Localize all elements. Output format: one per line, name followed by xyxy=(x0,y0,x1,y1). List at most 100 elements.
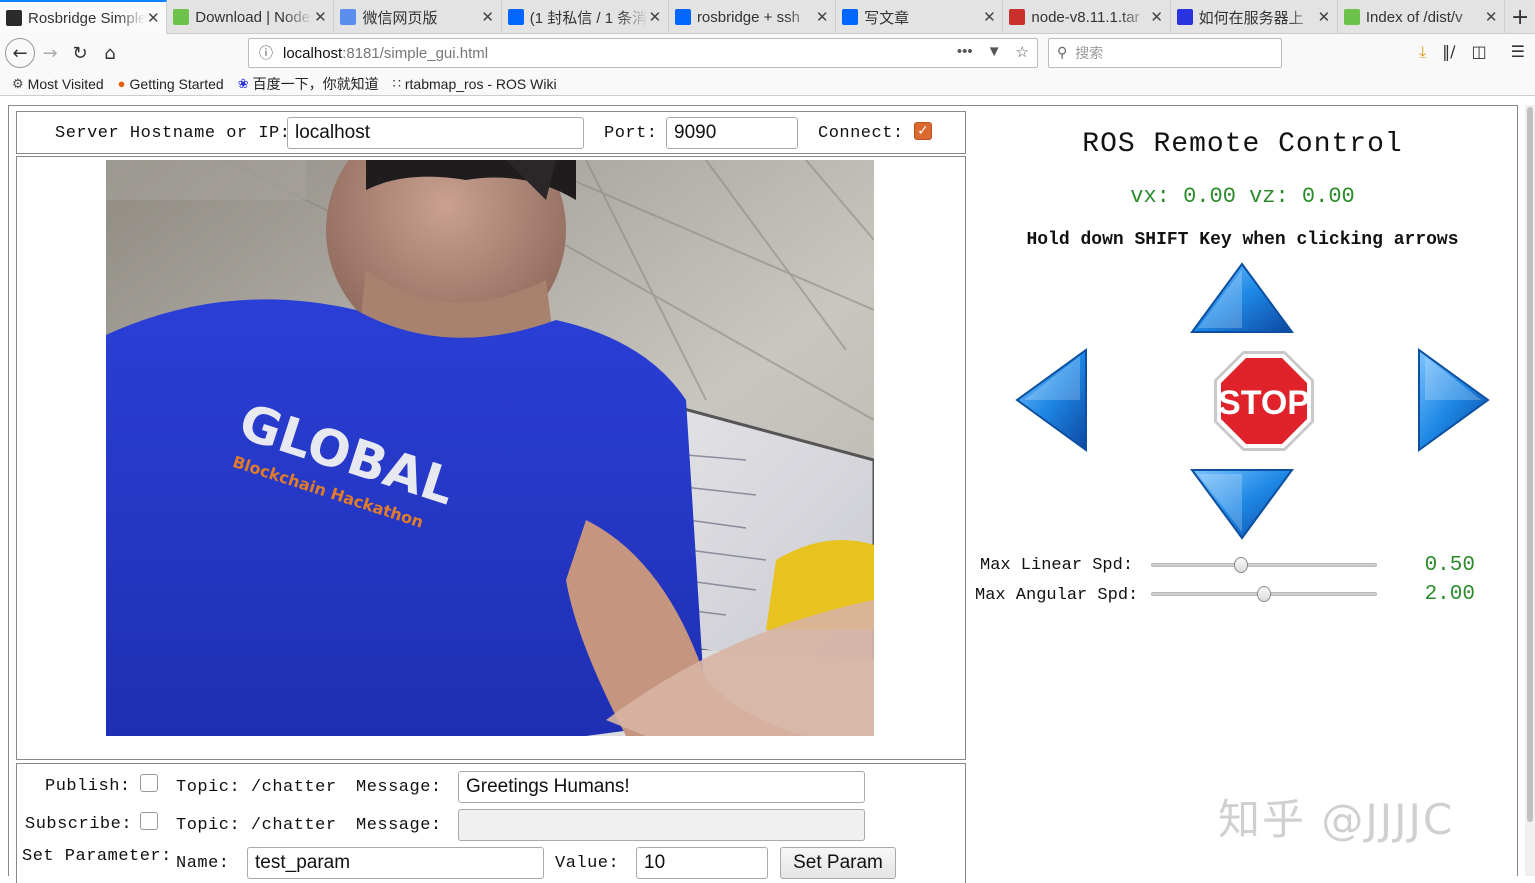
browser-tab[interactable]: node-v8.11.1.tar ✕ xyxy=(1003,0,1171,34)
forward-button[interactable]: → xyxy=(35,38,65,68)
control-title: ROS Remote Control xyxy=(1082,129,1403,160)
bookmark-item[interactable]: ● Getting Started xyxy=(118,76,224,92)
sidebar-icon[interactable]: ◫ xyxy=(1472,42,1487,62)
publish-label: Publish: xyxy=(45,777,131,796)
firefox-icon: ● xyxy=(117,76,126,91)
browser-tab[interactable]: 如何在服务器上 ✕ xyxy=(1171,0,1338,34)
browser-tab[interactable]: Download | Node.js ✕ xyxy=(167,0,335,34)
max-angular-slider[interactable] xyxy=(1151,586,1377,602)
stop-button[interactable]: STOP xyxy=(1212,349,1316,453)
page-scrollbar[interactable] xyxy=(1525,105,1535,876)
url-bar[interactable]: ⓘ localhost:8181/simple_gui.html ••• ▼ ☆ xyxy=(248,38,1038,68)
zhihu-icon xyxy=(674,9,691,25)
home-button[interactable]: ⌂ xyxy=(95,38,125,68)
close-tab-icon[interactable]: ✕ xyxy=(146,9,160,27)
menu-icon[interactable]: ☰ xyxy=(1511,42,1525,62)
browser-tab[interactable]: 写文章 ✕ xyxy=(836,0,1004,34)
shift-hint: Hold down SHIFT Key when clicking arrows xyxy=(1026,230,1459,250)
tab-title: 微信网页版 xyxy=(362,9,438,27)
connect-checkbox[interactable]: ✓ xyxy=(914,122,932,140)
reload-icon: ↻ xyxy=(72,42,88,64)
slider-track xyxy=(1151,563,1377,567)
subscribe-message-label: Message: xyxy=(356,816,442,835)
bookmark-item[interactable]: ∷ rtabmap_ros - ROS Wiki xyxy=(393,76,557,92)
bookmark-star-icon[interactable]: ☆ xyxy=(1016,43,1029,61)
watermark-text: 知乎 @JJJJC xyxy=(1218,795,1455,844)
browser-tab[interactable]: Rosbridge Simple GUI✕ xyxy=(0,0,168,34)
tab-title: 写文章 xyxy=(864,9,910,27)
nav-bar: ← → ↻ ⌂ ⓘ localhost:8181/simple_gui.html… xyxy=(0,34,1535,72)
close-tab-icon[interactable]: ✕ xyxy=(1150,8,1164,26)
subscribe-label: Subscribe: xyxy=(25,815,133,834)
browser-tab[interactable]: (1 封私信 / 1 条消息)✕ xyxy=(502,0,669,34)
subscribe-checkbox[interactable] xyxy=(140,812,158,830)
subscribe-topic-label: Topic: /chatter xyxy=(176,816,337,835)
reload-button[interactable]: ↻ xyxy=(65,38,95,68)
velocity-readout: vx: 0.00 vz: 0.00 xyxy=(1130,184,1355,209)
ros-dots-icon: ∷ xyxy=(392,75,401,91)
param-name-input[interactable]: test_param xyxy=(247,847,544,879)
hostname-input[interactable]: localhost xyxy=(287,117,584,149)
max-linear-slider[interactable] xyxy=(1151,557,1377,573)
hostname-label: Server Hostname or IP: xyxy=(55,124,291,143)
connect-label: Connect: xyxy=(818,124,904,143)
baidu-paw-icon: ❀ xyxy=(237,75,249,91)
arrow-up-button[interactable] xyxy=(1190,262,1294,336)
search-icon: ⚲ xyxy=(1057,45,1068,61)
slider-thumb[interactable] xyxy=(1234,557,1249,573)
close-tab-icon[interactable]: ✕ xyxy=(1317,8,1331,26)
zhihu-icon xyxy=(842,9,859,25)
scrollbar-thumb[interactable] xyxy=(1527,107,1533,822)
new-tab-button[interactable]: + xyxy=(1505,0,1535,34)
slider-thumb[interactable] xyxy=(1257,586,1271,602)
bookmark-item[interactable]: ❀ 百度一下，你就知道 xyxy=(238,74,379,94)
port-input[interactable]: 9090 xyxy=(666,117,798,149)
arrow-right-icon: → xyxy=(42,42,58,64)
tab-title: 如何在服务器上 xyxy=(1198,9,1304,27)
close-tab-icon[interactable]: ✕ xyxy=(481,8,495,26)
tab-title: Rosbridge Simple GUI xyxy=(28,9,147,27)
max-linear-value: 0.50 xyxy=(1424,554,1475,577)
back-button[interactable]: ← xyxy=(5,38,35,68)
param-value-input[interactable]: 10 xyxy=(636,847,768,879)
downloads-icon[interactable]: ⤓ xyxy=(1419,42,1426,62)
bookmark-label: 百度一下，你就知道 xyxy=(252,75,379,92)
pocket-icon[interactable]: ▼ xyxy=(987,43,1002,61)
close-tab-icon[interactable]: ✕ xyxy=(1484,8,1498,26)
browser-tab[interactable]: Index of /dist/v ✕ xyxy=(1338,0,1506,34)
tab-title: Download | Node.js xyxy=(195,8,314,26)
bookmark-item[interactable]: ⚙ Most Visited xyxy=(12,76,104,92)
publish-topic-label: Topic: /chatter xyxy=(176,778,337,797)
browser-tab[interactable]: 微信网页版 ✕ xyxy=(334,0,502,34)
home-icon: ⌂ xyxy=(104,42,116,64)
page-actions-icon[interactable]: ••• xyxy=(957,43,973,61)
browser-tab[interactable]: rosbridge + ssh ✕ xyxy=(669,0,837,34)
set-param-button[interactable]: Set Param xyxy=(780,847,896,879)
arrow-left-icon: ← xyxy=(12,42,28,64)
publish-message-label: Message: xyxy=(356,778,442,797)
param-value-label: Value: xyxy=(555,854,620,873)
library-icon[interactable]: ‖∕ xyxy=(1442,42,1455,62)
set-parameter-label: Set Parameter: xyxy=(22,847,172,866)
publish-message-input[interactable]: Greetings Humans! xyxy=(458,771,865,803)
close-tab-icon[interactable]: ✕ xyxy=(815,8,829,26)
tab-bar: Rosbridge Simple GUI✕Download | Node.js✕… xyxy=(0,0,1535,34)
tab-title: node-v8.11.1.tar xyxy=(1031,8,1140,26)
ros-icon xyxy=(6,10,22,26)
close-tab-icon[interactable]: ✕ xyxy=(982,8,996,26)
publish-checkbox[interactable] xyxy=(140,774,158,792)
search-input[interactable]: ⚲ 搜索 xyxy=(1048,38,1282,68)
search-placeholder: 搜索 xyxy=(1075,46,1104,62)
gear-icon: ⚙ xyxy=(12,75,24,91)
csdn-icon xyxy=(1009,9,1026,25)
arrow-left-button[interactable] xyxy=(1014,348,1090,454)
max-angular-value: 2.00 xyxy=(1424,583,1475,606)
arrow-right-button[interactable] xyxy=(1415,348,1491,454)
info-icon: ⓘ xyxy=(259,45,273,61)
tab-title: Index of /dist/v xyxy=(1365,8,1463,26)
max-angular-label: Max Angular Spd: xyxy=(975,586,1139,605)
wechat-icon xyxy=(340,9,357,25)
arrow-down-button[interactable] xyxy=(1190,466,1294,540)
close-tab-icon[interactable]: ✕ xyxy=(648,8,662,26)
close-tab-icon[interactable]: ✕ xyxy=(313,8,327,26)
